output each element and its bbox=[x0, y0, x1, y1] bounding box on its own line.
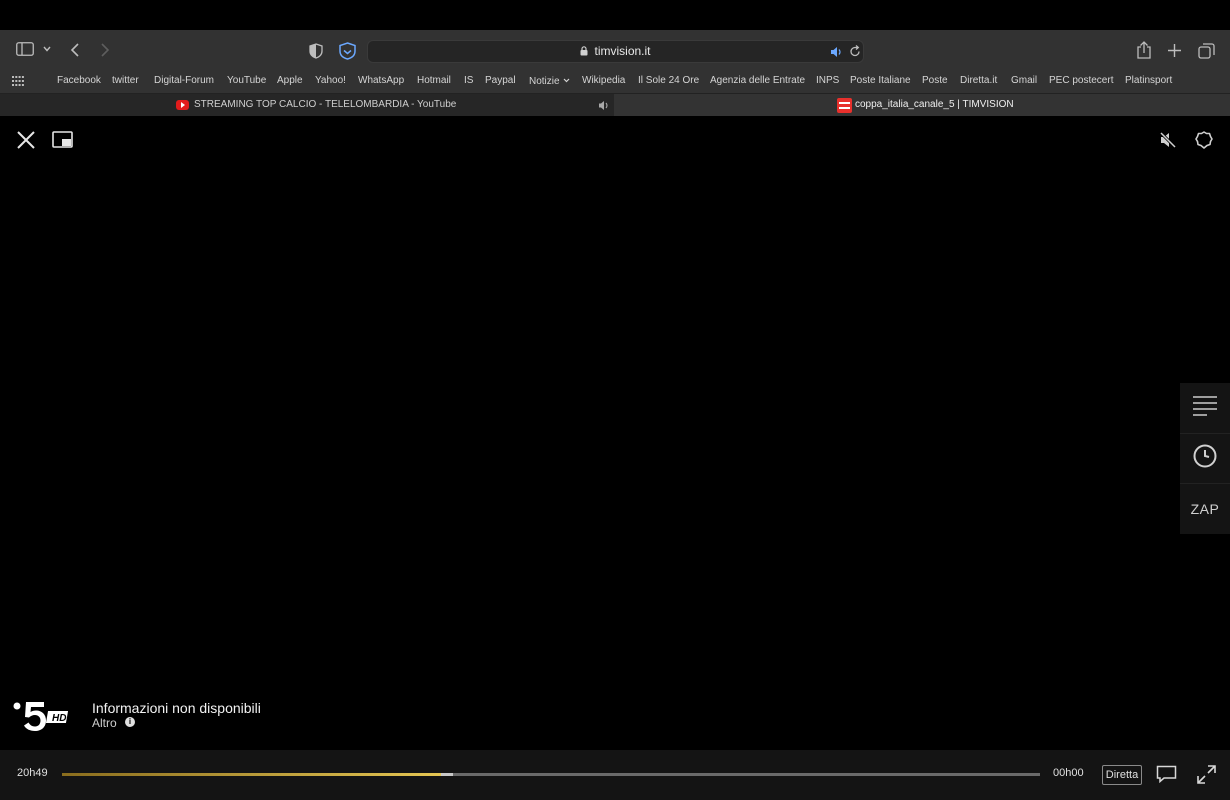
bookmark-poste-italiane[interactable]: Poste Italiane bbox=[850, 75, 911, 86]
bookmark-gmail[interactable]: Gmail bbox=[1011, 75, 1037, 86]
tab-title-youtube: STREAMING TOP CALCIO - TELELOMBARDIA - Y… bbox=[194, 99, 457, 110]
chevron-down-icon[interactable] bbox=[43, 46, 51, 52]
bookmark-pec-postecert[interactable]: PEC postecert bbox=[1049, 75, 1113, 86]
bookmark-apple[interactable]: Apple bbox=[277, 75, 303, 86]
adblock-shield-icon[interactable] bbox=[339, 42, 356, 60]
timeline-start-time: 20h49 bbox=[17, 767, 48, 779]
program-guide-button[interactable] bbox=[1180, 383, 1230, 433]
mute-icon[interactable] bbox=[1159, 131, 1177, 149]
bookmark-youtube[interactable]: YouTube bbox=[227, 75, 266, 86]
tab-audio-icon[interactable] bbox=[830, 45, 843, 63]
bookmark-whatsapp[interactable]: WhatsApp bbox=[358, 75, 404, 86]
sidebar-toggle-icon[interactable] bbox=[16, 42, 34, 56]
bookmark-notizie-label: Notizie bbox=[529, 76, 560, 87]
bookmark-paypal[interactable]: Paypal bbox=[485, 75, 516, 86]
tab-youtube[interactable]: STREAMING TOP CALCIO - TELELOMBARDIA - Y… bbox=[0, 94, 614, 117]
timeline-progress-bar[interactable] bbox=[62, 773, 1040, 776]
reload-icon[interactable] bbox=[849, 45, 861, 63]
bookmark-platinsport[interactable]: Platinsport bbox=[1125, 75, 1172, 86]
new-tab-plus-icon[interactable] bbox=[1168, 44, 1181, 57]
settings-gear-icon[interactable] bbox=[1195, 131, 1213, 149]
canale-5-hd-logo: HD bbox=[12, 700, 72, 732]
tab-overview-icon[interactable] bbox=[1198, 43, 1215, 59]
bookmark-facebook[interactable]: Facebook bbox=[57, 75, 101, 86]
tab-audio-icon[interactable] bbox=[598, 100, 610, 111]
youtube-favicon-icon bbox=[176, 100, 189, 110]
hd-badge-label: HD bbox=[52, 713, 66, 724]
zap-button[interactable]: ZAP bbox=[1180, 483, 1230, 533]
tab-bar: STREAMING TOP CALCIO - TELELOMBARDIA - Y… bbox=[0, 93, 1230, 117]
list-lines-icon bbox=[1193, 395, 1217, 422]
apps-grid-icon[interactable] bbox=[12, 76, 24, 86]
bookmark-is[interactable]: IS bbox=[464, 75, 473, 86]
timeline-buffer bbox=[441, 773, 453, 776]
bookmark-twitter[interactable]: twitter bbox=[112, 75, 139, 86]
more-info-link[interactable]: Altro bbox=[92, 716, 117, 730]
address-bar[interactable]: timvision.it bbox=[367, 40, 864, 63]
subtitles-icon[interactable] bbox=[1156, 765, 1177, 783]
bookmark-agenzia-entrate[interactable]: Agenzia delle Entrate bbox=[710, 75, 805, 86]
timvision-favicon-icon bbox=[837, 98, 852, 113]
bookmarks-bar: Facebook twitter Digital-Forum YouTube A… bbox=[0, 72, 1230, 93]
timeline-progress-fill bbox=[62, 773, 441, 776]
lock-icon bbox=[580, 45, 588, 59]
bookmark-il-sole-24-ore[interactable]: Il Sole 24 Ore bbox=[638, 75, 699, 86]
bookmark-hotmail[interactable]: Hotmail bbox=[417, 75, 451, 86]
program-title: Informazioni non disponibili bbox=[92, 700, 261, 716]
bookmark-yahoo[interactable]: Yahoo! bbox=[315, 75, 346, 86]
bookmark-digital-forum[interactable]: Digital-Forum bbox=[154, 75, 214, 86]
back-arrow-icon[interactable] bbox=[70, 43, 80, 57]
live-button[interactable]: Diretta bbox=[1102, 765, 1142, 785]
video-player[interactable] bbox=[0, 116, 1230, 800]
player-side-panel: ZAP bbox=[1180, 383, 1230, 534]
bookmark-poste[interactable]: Poste bbox=[922, 75, 948, 86]
picture-in-picture-icon[interactable] bbox=[52, 131, 73, 148]
tab-title-timvision: coppa_italia_canale_5 | TIMVISION bbox=[855, 99, 1014, 110]
forward-arrow-icon[interactable] bbox=[100, 43, 110, 57]
privacy-shield-icon[interactable] bbox=[309, 43, 323, 59]
history-button[interactable] bbox=[1180, 433, 1230, 483]
info-icon[interactable]: i bbox=[125, 717, 135, 727]
share-icon[interactable] bbox=[1137, 41, 1151, 59]
screen-top-bar bbox=[0, 0, 1230, 30]
bookmark-diretta-it[interactable]: Diretta.it bbox=[960, 75, 997, 86]
bookmark-inps[interactable]: INPS bbox=[816, 75, 839, 86]
address-url[interactable]: timvision.it bbox=[368, 44, 863, 59]
address-url-text: timvision.it bbox=[594, 44, 651, 58]
bookmark-wikipedia[interactable]: Wikipedia bbox=[582, 75, 625, 86]
fullscreen-icon[interactable] bbox=[1197, 765, 1216, 784]
chevron-down-icon bbox=[563, 75, 570, 86]
zap-label: ZAP bbox=[1190, 500, 1220, 517]
clock-icon bbox=[1193, 444, 1217, 473]
timeline-end-time: 00h00 bbox=[1053, 767, 1084, 779]
close-icon[interactable] bbox=[17, 131, 35, 149]
bookmark-folder-notizie[interactable]: Notizie bbox=[529, 75, 570, 87]
